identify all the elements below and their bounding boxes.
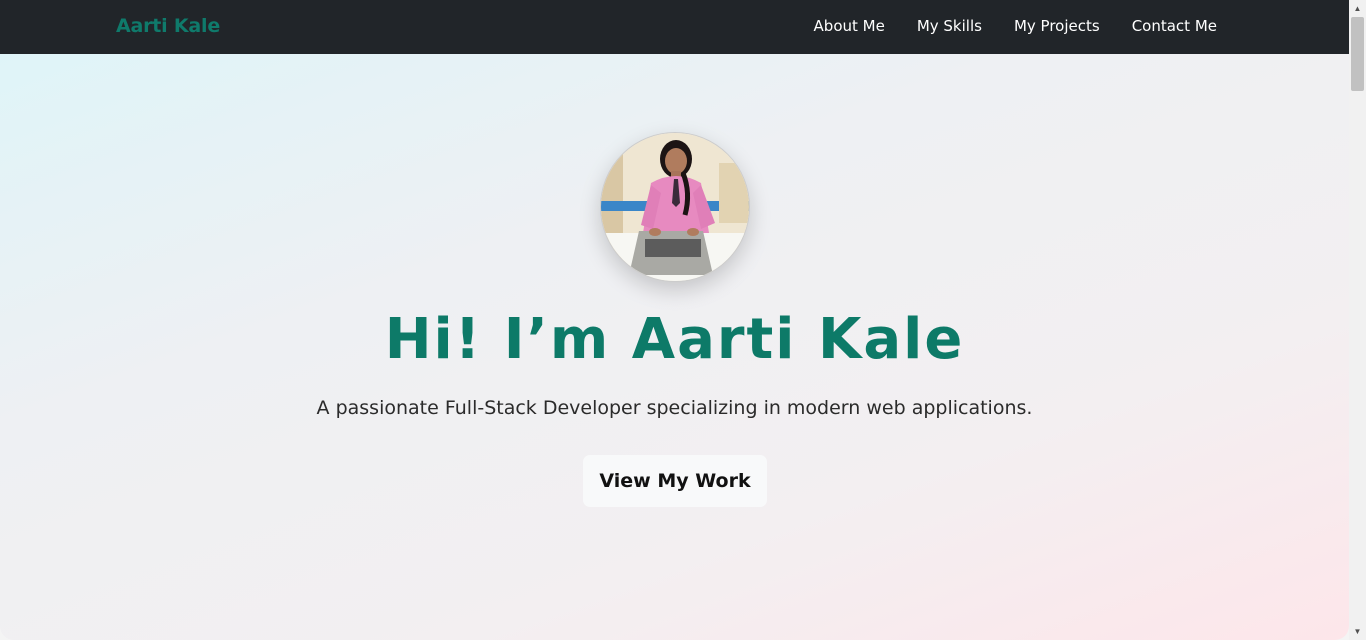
hero-section: Hi! I’m Aarti Kale A passionate Full-Sta… — [0, 54, 1349, 640]
navbar: Aarti Kale About Me My Skills My Project… — [0, 0, 1349, 54]
brand-logo[interactable]: Aarti Kale — [116, 15, 220, 37]
nav-link-about-me[interactable]: About Me — [814, 17, 885, 35]
nav-link-my-skills[interactable]: My Skills — [917, 17, 982, 35]
vertical-scrollbar[interactable]: ▲ ▼ — [1349, 0, 1366, 640]
nav-links: About Me My Skills My Projects Contact M… — [814, 17, 1217, 35]
hero-subtitle: A passionate Full-Stack Developer specia… — [316, 397, 1033, 419]
profile-photo — [600, 132, 750, 282]
scroll-up-arrow-icon[interactable]: ▲ — [1349, 0, 1366, 17]
scrollbar-thumb[interactable] — [1351, 17, 1364, 91]
hero-title: Hi! I’m Aarti Kale — [384, 307, 965, 372]
view-my-work-button[interactable]: View My Work — [583, 455, 767, 507]
nav-link-contact-me[interactable]: Contact Me — [1132, 17, 1217, 35]
scroll-down-arrow-icon[interactable]: ▼ — [1349, 623, 1366, 640]
page: Aarti Kale About Me My Skills My Project… — [0, 0, 1366, 640]
nav-link-my-projects[interactable]: My Projects — [1014, 17, 1100, 35]
